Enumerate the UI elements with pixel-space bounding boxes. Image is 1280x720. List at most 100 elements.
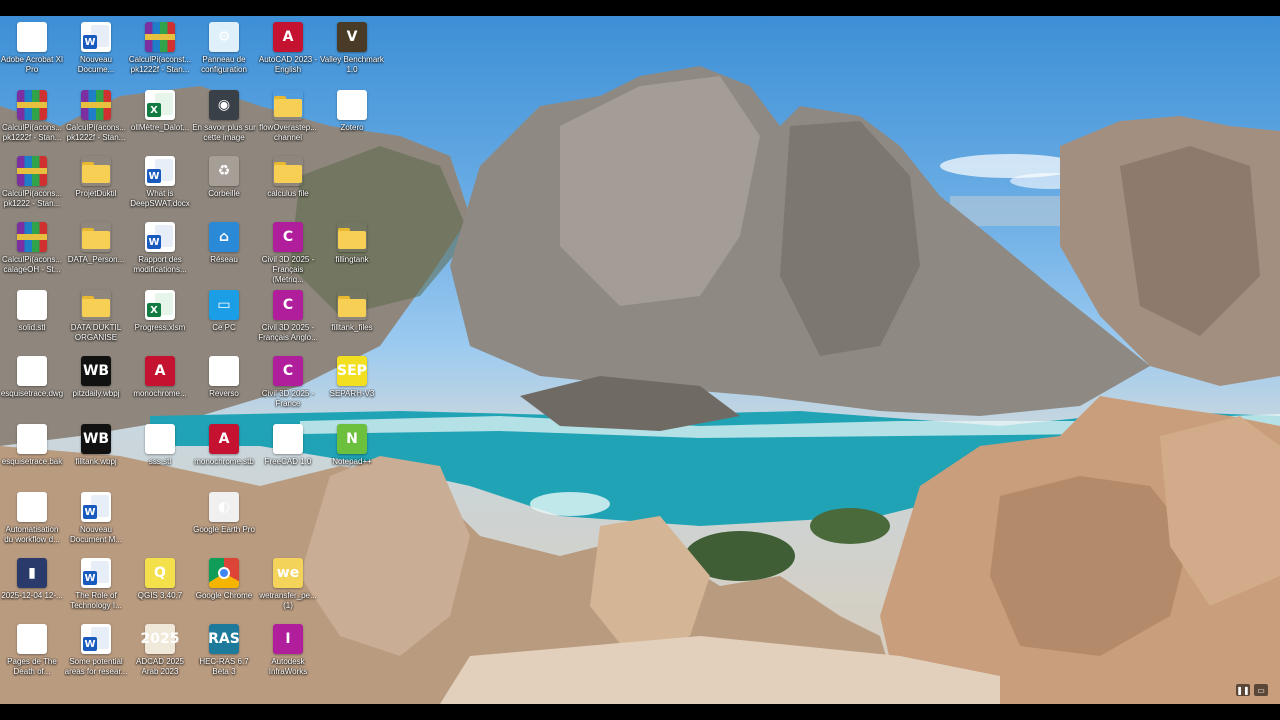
desktop-icon-calculpi-2[interactable]: CalculPi(acons... pk1222 - Stan... [0, 152, 64, 218]
desktop-icon-freecad[interactable]: F FreeCAD 1.0 [256, 420, 320, 486]
archive-folder-icon: we [273, 558, 303, 588]
desktop-icon-data-duktil[interactable]: DATA DUKTIL ORGANISE [64, 286, 128, 352]
desktop-icon-qgis[interactable]: Q QGIS 3.40.7 [128, 554, 192, 620]
desktop-icon-label: CalculPi(acons... pk1222f - Stan... [1, 123, 63, 142]
desktop-icon-some-potential-areas[interactable]: W Some potential areas for resear... [64, 620, 128, 686]
desktop-icon-label: What is DeepSWAT.docx [130, 189, 190, 208]
desktop-icon-calculpi-5[interactable]: CalculPi(aconst... pk1222f - Stan... [128, 18, 192, 84]
desktop-icon-calculus-file[interactable]: calculus file [256, 152, 320, 218]
desktop-icon-monochrome-ctb[interactable]: A monochrome... [128, 352, 192, 418]
desktop-icon-sss-stl[interactable]: sss.stl [128, 420, 192, 486]
desktop-icon-solid-stl[interactable]: solid.stl [0, 286, 64, 352]
desktop-icon-label: Corbeille [208, 189, 240, 198]
desktop-icon-label: flowOverastep... channel [259, 123, 317, 142]
desktop-icon-monochrome-stb[interactable]: A monochrome.stb [192, 420, 256, 486]
desktop-icon-olmetre-dalot[interactable]: X ollMètre_Dalot... [128, 86, 192, 152]
desktop-icon-area: A Adobe Acrobat XI Pro CalculPi(acons...… [0, 16, 1280, 704]
hec-ras-icon: RAS [208, 624, 240, 654]
pause-icon[interactable]: ❚❚ [1236, 684, 1250, 696]
desktop-icon-corbeille[interactable]: ♻ Corbeille [192, 152, 256, 218]
desktop-icon-separh[interactable]: SEP SEPARH-V3 [320, 352, 384, 418]
desktop-icon-label: Autodesk InfraWorks [268, 657, 308, 676]
desktop-icon-notepadpp[interactable]: N Notepad++ [320, 420, 384, 486]
picture-in-picture-icon[interactable]: ▭ [1254, 684, 1268, 696]
desktop-icon-adcad-2025[interactable]: 2025 ADCAD 2025 Arab 2023 [128, 620, 192, 686]
desktop-icon-label: HEC-RAS 6.7 Beta 3 [199, 657, 249, 676]
desktop-icon-pitzdaily[interactable]: WB pitzdaily.wbpj [64, 352, 128, 418]
desktop-icon-progress-xlsm[interactable]: X Progress.xlsm [128, 286, 192, 352]
desktop-icon-pages-pdf[interactable]: PDF Pages de The Death of... [0, 620, 64, 686]
desktop-icon-label: Google Earth Pro [193, 525, 255, 534]
desktop-icon-wetransfer[interactable]: we wetransfer_pe... (1) [256, 554, 320, 620]
desktop-icon-label: The Role of Technology I... [70, 591, 122, 610]
desktop-icon-esquisetrace-bak[interactable]: esquisetrace.bak [0, 420, 64, 486]
desktop-icon-civil3d-anglo[interactable]: C Civil 3D 2025 - Français Anglo... [256, 286, 320, 352]
desktop-icon-label: filltank.wbpj [75, 457, 117, 466]
file-icon [17, 290, 47, 320]
desktop-icon-fillingtank[interactable]: fillingtank [320, 218, 384, 284]
desktop-icon-infraworks[interactable]: I Autodesk InfraWorks [256, 620, 320, 686]
desktop-icon-google-earth-pro[interactable]: ◐ Google Earth Pro [192, 488, 256, 554]
folder-icon [273, 90, 303, 120]
reverso-icon: ↻ [209, 356, 239, 386]
desktop-icon-reseau[interactable]: ⌂ Réseau [192, 218, 256, 284]
desktop-icon-label: Civil 3D 2025 - Français Anglo... [258, 323, 318, 342]
desktop-icon-autocad-2023[interactable]: A AutoCAD 2023 - English [256, 18, 320, 84]
desktop-icon-esquisetrace-dwg[interactable]: ▬ esquisetrace.dwg [0, 352, 64, 418]
desktop-icon-label: 2025-12-04 12-... [1, 591, 63, 600]
desktop-icon-label: Nouveau Docume... [77, 55, 115, 74]
desktop-icon-automatisation-ppt[interactable]: P Automatisation du workflow d... [0, 488, 64, 554]
desktop-icon-label: Reverso [209, 389, 239, 398]
desktop-icon-en-savoir-plus[interactable]: ◉ En savoir plus sur cette image [192, 86, 256, 152]
folder-icon [81, 290, 111, 320]
desktop-icon-flowovera-channel[interactable]: flowOverastep... channel [256, 86, 320, 152]
desktop-icon-nouveau-document[interactable]: W Nouveau Docume... [64, 18, 128, 84]
desktop-icon-label: calculus file [267, 189, 309, 198]
desktop-icon-label: filltank_files [331, 323, 373, 332]
file-icon [17, 424, 47, 454]
control-panel-icon: ⚙ [209, 22, 239, 52]
winrar-archive-icon [145, 22, 175, 52]
desktop-icon-hec-ras[interactable]: RAS HEC-RAS 6.7 Beta 3 [192, 620, 256, 686]
desktop-icon-projetduktil[interactable]: ProjetDuktil [64, 152, 128, 218]
desktop-icon-nouveau-document-m[interactable]: W Nouveau Document M... [64, 488, 128, 554]
desktop-icon-label: Rapport des modifications... [133, 255, 187, 274]
desktop-icon-label: FreeCAD 1.0 [264, 457, 312, 466]
desktop-icon-label: Ce PC [212, 323, 236, 332]
desktop-icon-label: esquisetrace.dwg [0, 389, 64, 398]
desktop-icon-calculpi-3[interactable]: CalculPi(acons... calageOH - St... [0, 218, 64, 284]
desktop-icon-rapport-modifications[interactable]: W Rapport des modifications... [128, 218, 192, 284]
desktop-icon-role-of-technology[interactable]: W The Role of Technology I... [64, 554, 128, 620]
desktop-icon-google-chrome[interactable]: Google Chrome [192, 554, 256, 620]
desktop-icon-calculpi-4[interactable]: CalculPi(acons... pk1222f - Stan... [64, 86, 128, 152]
desktop-icon-civil3d-france[interactable]: C Civil 3D 2025 - France [256, 352, 320, 418]
folder-icon [337, 222, 367, 252]
word-document-icon: W [81, 492, 111, 522]
desktop-icon-label: AutoCAD 2023 - English [258, 55, 318, 74]
desktop-icon-data-person[interactable]: DATA_Person... [64, 218, 128, 284]
desktop-icon-reverso[interactable]: ↻ Reverso [192, 352, 256, 418]
desktop-icon-label: Zotero [340, 123, 364, 132]
desktop-icon-label: CalculPi(acons... pk1222 - Stan... [1, 189, 63, 208]
autocad-icon: A [273, 22, 303, 52]
desktop-icon-label: monochrome... [133, 389, 187, 398]
desktop-icon-label: Automatisation du workflow d... [4, 525, 60, 544]
desktop-icon-label: sss.stl [148, 457, 172, 466]
desktop-icon-label: Google Chrome [195, 591, 253, 600]
desktop-icon-filltank-wbpj[interactable]: WB filltank.wbpj [64, 420, 128, 486]
desktop-icon-ce-pc[interactable]: ▭ Ce PC [192, 286, 256, 352]
desktop-icon-label: Some potential areas for resear... [64, 657, 128, 676]
desktop-icon-adobe-acrobat[interactable]: A Adobe Acrobat XI Pro [0, 18, 64, 84]
winrar-archive-icon [17, 156, 47, 186]
desktop-icon-deepswat-docx[interactable]: W What is DeepSWAT.docx [128, 152, 192, 218]
video-file-icon: ▮ [17, 558, 47, 588]
desktop-icon-panneau-configuration[interactable]: ⚙ Panneau de configuration [192, 18, 256, 84]
folder-icon [81, 222, 111, 252]
desktop-icon-valley-benchmark[interactable]: V Valley Benchmark 1.0 [320, 18, 384, 84]
desktop-icon-video-2025[interactable]: ▮ 2025-12-04 12-... [0, 554, 64, 620]
desktop-icon-civil3d-metrique[interactable]: C Civil 3D 2025 - Français (Metriq... [256, 218, 320, 284]
desktop-icon-calculpi-1[interactable]: CalculPi(acons... pk1222f - Stan... [0, 86, 64, 152]
desktop-icon-zotero[interactable]: Z Zotero [320, 86, 384, 152]
desktop-icon-label: ollMètre_Dalot... [130, 123, 190, 132]
desktop-icon-filltank-files[interactable]: filltank_files [320, 286, 384, 352]
